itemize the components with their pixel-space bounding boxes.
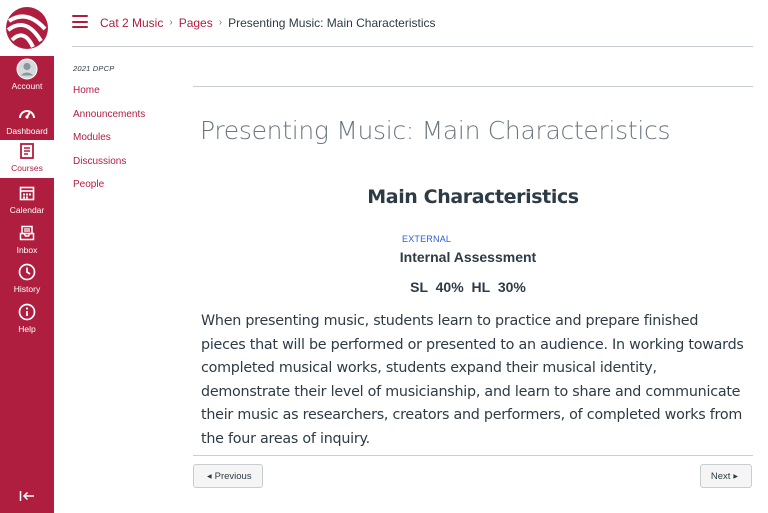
institution-logo[interactable] bbox=[0, 0, 54, 56]
nav-calendar-label: Calendar bbox=[9, 205, 45, 215]
global-nav: Account Dashboard Courses Calendar Inbox… bbox=[0, 0, 54, 513]
external-tag: EXTERNAL bbox=[402, 234, 452, 244]
content-divider bbox=[193, 86, 753, 87]
logo-icon bbox=[6, 7, 48, 49]
next-button[interactable]: Next ▶ bbox=[699, 464, 752, 488]
breadcrumb-course-link[interactable]: Cat 2 Music bbox=[100, 15, 163, 31]
nav-inbox-label: Inbox bbox=[16, 245, 38, 255]
chevron-right-icon: ▶ bbox=[733, 473, 738, 480]
hamburger-line bbox=[72, 15, 88, 17]
course-nav-modules[interactable]: Modules bbox=[73, 132, 183, 144]
nav-dashboard[interactable]: Dashboard bbox=[0, 103, 54, 143]
nav-courses-label: Courses bbox=[11, 163, 43, 173]
courses-icon bbox=[16, 140, 38, 162]
breadcrumb-separator: › bbox=[218, 17, 223, 28]
next-label: Next bbox=[710, 470, 731, 482]
avatar-icon bbox=[16, 58, 38, 80]
course-nav-title: 2021 DPCP bbox=[73, 64, 115, 73]
hamburger-line bbox=[72, 20, 88, 23]
nav-account[interactable]: Account bbox=[0, 58, 54, 98]
inbox-icon bbox=[16, 222, 38, 244]
hl-weighting: HL 30% bbox=[471, 279, 526, 295]
breadcrumb: Cat 2 Music › Pages › Presenting Music: … bbox=[100, 15, 435, 31]
content-divider bbox=[193, 455, 753, 456]
sl-weighting: SL 40% bbox=[410, 279, 464, 295]
previous-label: Previous bbox=[214, 470, 252, 482]
help-icon bbox=[16, 301, 38, 323]
hamburger-line bbox=[72, 26, 88, 28]
nav-dashboard-label: Dashboard bbox=[6, 126, 48, 136]
nav-history[interactable]: History bbox=[0, 261, 54, 301]
breadcrumb-pages-link[interactable]: Pages bbox=[179, 15, 213, 31]
nav-calendar[interactable]: Calendar bbox=[0, 182, 54, 222]
nav-history-label: History bbox=[13, 284, 41, 294]
chevron-left-icon: ◀ bbox=[207, 473, 212, 480]
nav-account-label: Account bbox=[11, 81, 43, 91]
weighting-heading: SL 40% HL 30% bbox=[193, 279, 743, 295]
nav-help-label: Help bbox=[18, 324, 36, 334]
course-nav-discussions[interactable]: Discussions bbox=[73, 156, 183, 168]
dashboard-icon bbox=[16, 103, 38, 125]
collapse-icon bbox=[19, 491, 34, 501]
breadcrumb-separator: › bbox=[169, 17, 173, 28]
calendar-icon bbox=[16, 182, 38, 204]
section-heading: Main Characteristics bbox=[367, 186, 579, 208]
page-header: Cat 2 Music › Pages › Presenting Music: … bbox=[54, 0, 768, 47]
assessment-heading: Internal Assessment bbox=[399, 249, 537, 265]
nav-courses[interactable]: Courses bbox=[0, 140, 54, 178]
course-nav-people[interactable]: People bbox=[73, 179, 183, 191]
nav-help[interactable]: Help bbox=[0, 301, 54, 341]
header-divider bbox=[72, 46, 753, 47]
breadcrumb-current: Presenting Music: Main Characteristics bbox=[228, 16, 436, 30]
collapse-nav-button[interactable] bbox=[0, 485, 54, 507]
body-paragraph: When presenting music, students learn to… bbox=[201, 313, 744, 447]
course-nav-announcements[interactable]: Announcements bbox=[73, 109, 183, 121]
clock-icon bbox=[16, 261, 38, 283]
hamburger-menu-button[interactable] bbox=[72, 14, 89, 30]
page-title: Presenting Music: Main Characteristics bbox=[200, 116, 671, 145]
previous-button[interactable]: ◀ Previous bbox=[193, 464, 263, 488]
course-nav-home[interactable]: Home bbox=[73, 85, 183, 97]
nav-inbox[interactable]: Inbox bbox=[0, 222, 54, 262]
course-nav: 2021 DPCP Home Announcements Modules Dis… bbox=[73, 64, 183, 203]
